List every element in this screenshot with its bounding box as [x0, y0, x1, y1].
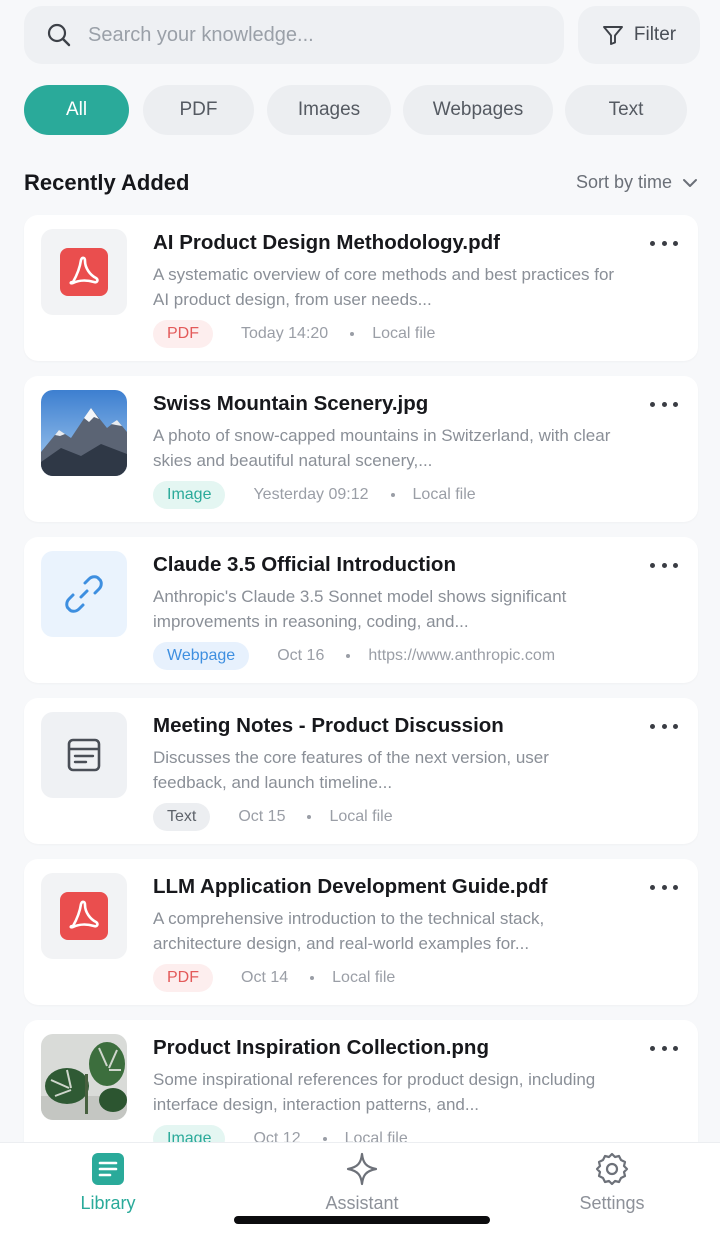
more-options-icon[interactable]: [650, 235, 678, 251]
list-item[interactable]: Claude 3.5 Official Introduction Anthrop…: [24, 537, 698, 683]
filter-icon: [602, 26, 623, 45]
chip-images[interactable]: Images: [267, 85, 391, 135]
file-thumbnail: [41, 229, 127, 315]
item-title: Product Inspiration Collection.png: [153, 1036, 489, 1059]
item-description: Discusses the core features of the next …: [153, 748, 549, 792]
search-row: Filter: [24, 6, 700, 64]
item-date: Oct 14: [241, 969, 289, 986]
more-options-icon[interactable]: [650, 879, 678, 895]
item-date: Oct 15: [238, 808, 286, 825]
more-options-icon[interactable]: [650, 1040, 678, 1056]
image-thumbnail: [41, 1034, 127, 1120]
chip-all[interactable]: All: [24, 85, 129, 135]
chevron-down-icon: [683, 178, 697, 187]
item-source: Local file: [372, 325, 436, 342]
sparkle-icon: [346, 1152, 378, 1186]
chip-webpages[interactable]: Webpages: [403, 85, 553, 135]
chip-pdf[interactable]: PDF: [143, 85, 254, 135]
type-badge: Image: [153, 481, 226, 509]
gear-icon: [595, 1152, 629, 1186]
file-thumbnail: [41, 873, 127, 959]
item-meta: Image Yesterday 09:12 Local file: [153, 481, 476, 509]
item-source: Local file: [329, 808, 393, 825]
item-date: Today 14:20: [241, 325, 329, 342]
more-options-icon[interactable]: [650, 718, 678, 734]
item-title: Claude 3.5 Official Introduction: [153, 553, 456, 576]
more-options-icon[interactable]: [650, 396, 678, 412]
link-icon: [65, 575, 103, 613]
list-item[interactable]: LLM Application Development Guide.pdf A …: [24, 859, 698, 1005]
item-title: LLM Application Development Guide.pdf: [153, 875, 548, 898]
sort-button[interactable]: Sort by time: [576, 172, 698, 193]
file-thumbnail: [41, 712, 127, 798]
item-title: Swiss Mountain Scenery.jpg: [153, 392, 429, 415]
section-header: Recently Added Sort by time: [24, 168, 700, 200]
pdf-icon: [60, 892, 108, 940]
item-meta: Text Oct 15 Local file: [153, 803, 393, 831]
type-badge: Webpage: [153, 642, 250, 670]
library-icon: [92, 1153, 124, 1185]
nav-assistant[interactable]: Assistant: [302, 1151, 422, 1215]
item-meta: Webpage Oct 16 https://www.anthropic.com: [153, 642, 555, 670]
item-date: Oct 16: [277, 647, 325, 664]
item-source: https://www.anthropic.com: [368, 647, 556, 664]
item-description: Some inspirational references for produc…: [153, 1070, 596, 1114]
document-icon: [67, 738, 101, 772]
image-thumbnail: [41, 390, 127, 476]
item-source: Local file: [412, 486, 476, 503]
list-item[interactable]: AI Product Design Methodology.pdf A syst…: [24, 215, 698, 361]
nav-settings[interactable]: Settings: [552, 1151, 672, 1215]
section-title: Recently Added: [24, 170, 190, 195]
list-item[interactable]: Meeting Notes - Product Discussion Discu…: [24, 698, 698, 844]
pdf-icon: [60, 248, 108, 296]
search-input[interactable]: [88, 23, 508, 47]
nav-label: Assistant: [325, 1193, 399, 1213]
item-date: Yesterday 09:12: [253, 486, 369, 503]
file-thumbnail: [41, 551, 127, 637]
list-item[interactable]: Swiss Mountain Scenery.jpg A photo of sn…: [24, 376, 698, 522]
item-meta: PDF Oct 14 Local file: [153, 964, 395, 992]
nav-library[interactable]: Library: [48, 1151, 168, 1215]
item-description: A photo of snow-capped mountains in Swit…: [153, 426, 611, 470]
filter-button[interactable]: Filter: [578, 6, 700, 64]
nav-label: Library: [80, 1193, 136, 1213]
plant-image: [41, 1034, 127, 1120]
type-badge: PDF: [153, 964, 213, 992]
chip-text[interactable]: Text: [565, 85, 687, 135]
more-options-icon[interactable]: [650, 557, 678, 573]
mountain-image: [41, 390, 127, 476]
item-source: Local file: [332, 969, 396, 986]
sort-label: Sort by time: [575, 172, 672, 192]
item-description: Anthropic's Claude 3.5 Sonnet model show…: [153, 587, 567, 631]
item-title: Meeting Notes - Product Discussion: [153, 714, 504, 737]
type-badge: Text: [153, 803, 211, 831]
home-indicator: [234, 1216, 490, 1224]
nav-label: Settings: [579, 1193, 645, 1213]
type-badge: PDF: [153, 320, 213, 348]
item-meta: PDF Today 14:20 Local file: [153, 320, 435, 348]
item-description: A comprehensive introduction to the tech…: [153, 909, 545, 953]
search-box[interactable]: [24, 6, 564, 64]
filter-label: Filter: [633, 24, 677, 45]
item-description: A systematic overview of core methods an…: [153, 265, 615, 309]
item-title: AI Product Design Methodology.pdf: [153, 231, 500, 254]
search-icon: [47, 23, 71, 47]
